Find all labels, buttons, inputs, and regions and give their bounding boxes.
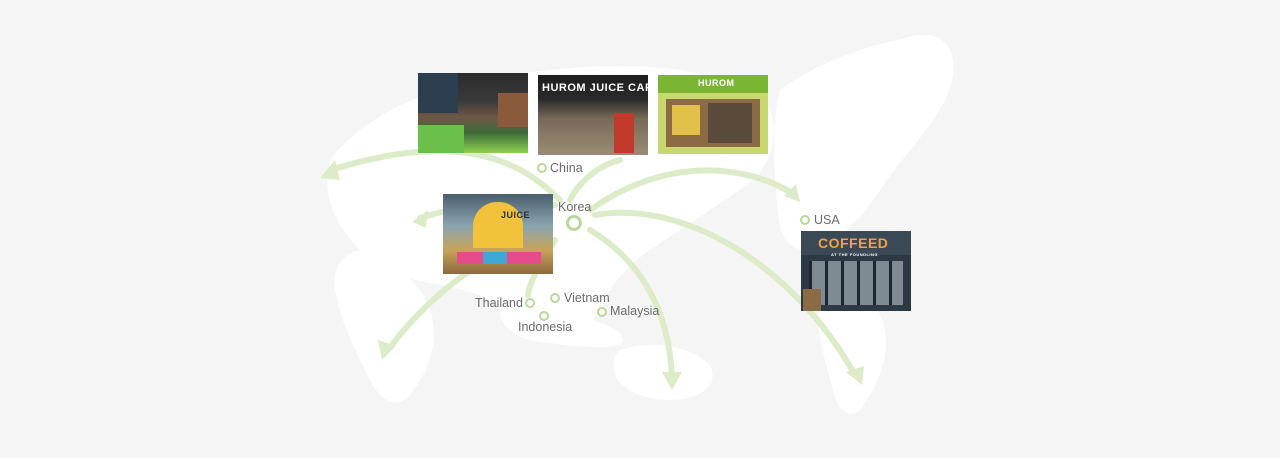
thailand-marker[interactable] [525, 298, 535, 308]
store-sign-coffeed-sub: AT THE FOUNDLING [831, 252, 879, 257]
korea-label: Korea [558, 200, 592, 214]
world-map-background [320, 35, 954, 414]
world-map: HUROM JUICE CAFE HUROM JUICE COFFEED AT … [0, 0, 1280, 458]
malaysia-label: Malaysia [610, 304, 660, 318]
china-label: China [550, 161, 583, 175]
korea-marker[interactable] [566, 215, 582, 231]
thailand-label: Thailand [475, 296, 523, 310]
store-photo-china-2: HUROM JUICE CAFE [538, 75, 648, 155]
china-marker[interactable] [537, 163, 547, 173]
store-sign-juice: JUICE [501, 210, 531, 220]
store-sign-hurom-juice-cafe: HUROM JUICE CAFE [542, 82, 648, 94]
store-photo-usa: COFFEED AT THE FOUNDLING [801, 231, 911, 311]
usa-marker[interactable] [800, 215, 810, 225]
indonesia-label: Indonesia [518, 320, 573, 334]
store-photo-korea: JUICE [443, 194, 553, 274]
store-photo-china-3: HUROM [658, 75, 768, 154]
malaysia-marker[interactable] [597, 307, 607, 317]
vietnam-label: Vietnam [564, 291, 610, 305]
usa-label: USA [814, 213, 840, 227]
vietnam-marker[interactable] [550, 293, 560, 303]
store-photo-china-1 [418, 73, 528, 153]
store-sign-coffeed: COFFEED [818, 235, 889, 251]
store-sign-hurom: HUROM [698, 78, 735, 88]
